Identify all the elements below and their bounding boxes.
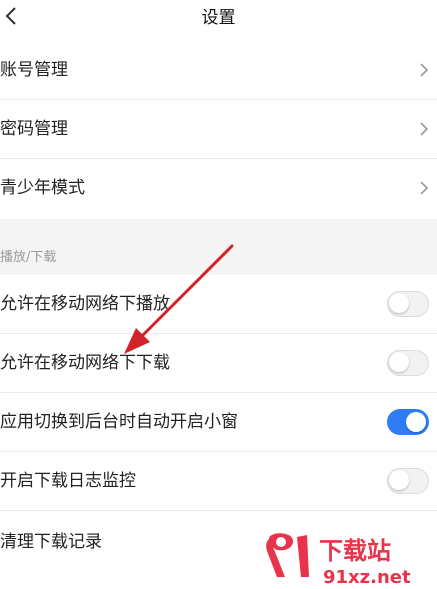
watermark-logo-text: 下载站: [319, 537, 391, 565]
chevron-right-icon: [420, 181, 429, 195]
settings-item-label: 账号管理: [0, 60, 68, 80]
settings-item-label: 密码管理: [0, 119, 68, 139]
watermark-url-text: 91xz.net: [323, 567, 411, 587]
settings-item-mobile-playback: 允许在移动网络下播放: [0, 275, 437, 334]
divider: [0, 510, 437, 511]
auto-mini-window-toggle[interactable]: [387, 409, 429, 435]
chevron-right-icon: [420, 63, 429, 77]
toggle-knob: [389, 352, 409, 372]
toggle-knob: [406, 412, 426, 432]
top-bar: 设置: [0, 0, 437, 34]
settings-item-label: 应用切换到后台时自动开启小窗: [0, 412, 238, 432]
toggle-knob: [389, 470, 409, 490]
settings-item-label: 允许在移动网络下下载: [0, 353, 170, 373]
settings-item-auto-mini-window: 应用切换到后台时自动开启小窗: [0, 393, 437, 452]
section-title: 播放/下载: [0, 250, 57, 265]
watermark-logo: 下载站 91xz.net: [266, 533, 411, 587]
toggle-knob: [389, 293, 409, 313]
settings-item-account-management[interactable]: 账号管理: [0, 41, 437, 100]
logo-mark-icon: [266, 533, 309, 577]
settings-item-mobile-download: 允许在移动网络下下载: [0, 334, 437, 393]
settings-item-label: 允许在移动网络下播放: [0, 294, 170, 314]
settings-item-label: 开启下载日志监控: [0, 471, 136, 491]
mobile-download-toggle[interactable]: [387, 350, 429, 376]
settings-item-label: 清理下载记录: [0, 532, 102, 552]
settings-item-teen-mode[interactable]: 青少年模式: [0, 159, 437, 218]
mobile-playback-toggle[interactable]: [387, 291, 429, 317]
chevron-right-icon: [420, 122, 429, 136]
settings-item-password-management[interactable]: 密码管理: [0, 100, 437, 159]
settings-item-download-log-monitor: 开启下载日志监控: [0, 452, 437, 511]
settings-item-label: 青少年模式: [0, 178, 85, 198]
section-header-playback-download: 播放/下载: [0, 219, 437, 275]
download-log-monitor-toggle[interactable]: [387, 468, 429, 494]
page-title: 设置: [201, 8, 236, 28]
